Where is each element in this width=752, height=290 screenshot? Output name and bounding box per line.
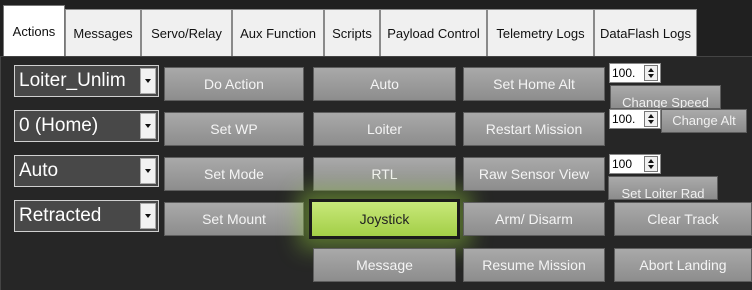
mode-dropdown-value: Loiter_Unlim: [19, 70, 126, 91]
alt-value: 100.: [612, 112, 636, 126]
speed-value: 100.: [612, 66, 636, 80]
tab-bar: Actions Messages Servo/Relay Aux Functio…: [0, 0, 752, 56]
waypoint-dropdown[interactable]: 0 (Home): [14, 110, 159, 142]
raw-sensor-view-button[interactable]: Raw Sensor View: [463, 157, 605, 191]
spinner-arrows-icon[interactable]: [644, 65, 658, 81]
tab-servo-relay[interactable]: Servo/Relay: [141, 9, 232, 56]
mount-dropdown-value: Retracted: [19, 205, 102, 226]
abort-landing-button[interactable]: Abort Landing: [614, 248, 752, 282]
spinner-arrows-icon[interactable]: [644, 111, 658, 127]
tab-scripts[interactable]: Scripts: [324, 9, 380, 56]
tab-actions[interactable]: Actions: [3, 5, 65, 56]
tab-telemetry-logs[interactable]: Telemetry Logs: [487, 9, 594, 56]
waypoint-dropdown-value: 0 (Home): [19, 115, 99, 136]
change-speed-button[interactable]: Change Speed: [610, 85, 721, 109]
chevron-down-icon[interactable]: [140, 68, 156, 94]
alt-input[interactable]: 100.: [609, 109, 661, 129]
loiter-button[interactable]: Loiter: [313, 112, 456, 146]
set-mode-dropdown-value: Auto: [19, 160, 59, 181]
set-wp-button[interactable]: Set WP: [164, 112, 304, 146]
change-alt-button[interactable]: Change Alt: [661, 109, 747, 133]
set-mount-button[interactable]: Set Mount: [164, 202, 304, 236]
loiter-rad-input[interactable]: 100: [609, 154, 661, 174]
mode-dropdown[interactable]: Loiter_Unlim: [14, 65, 159, 97]
tab-aux-function[interactable]: Aux Function: [232, 9, 324, 56]
set-home-alt-button[interactable]: Set Home Alt: [463, 67, 605, 101]
arm-disarm-button[interactable]: Arm/ Disarm: [463, 202, 605, 236]
chevron-down-icon[interactable]: [140, 113, 156, 139]
mount-dropdown[interactable]: Retracted: [14, 200, 159, 232]
tab-payload-control[interactable]: Payload Control: [380, 9, 487, 56]
set-mode-dropdown[interactable]: Auto: [14, 155, 159, 187]
chevron-down-icon[interactable]: [140, 203, 156, 229]
joystick-button[interactable]: Joystick: [309, 199, 460, 239]
resume-mission-button[interactable]: Resume Mission: [463, 248, 605, 282]
set-mode-button[interactable]: Set Mode: [164, 157, 304, 191]
speed-input[interactable]: 100.: [609, 63, 661, 83]
chevron-down-icon[interactable]: [140, 158, 156, 184]
tab-messages[interactable]: Messages: [65, 9, 141, 56]
auto-button[interactable]: Auto: [313, 67, 456, 101]
rtl-button[interactable]: RTL: [313, 157, 456, 191]
clear-track-button[interactable]: Clear Track: [614, 202, 752, 236]
message-button[interactable]: Message: [313, 248, 456, 282]
actions-panel: Loiter_Unlim 0 (Home) Auto Retracted Do …: [0, 56, 752, 290]
set-loiter-rad-button[interactable]: Set Loiter Rad: [608, 176, 718, 200]
restart-mission-button[interactable]: Restart Mission: [463, 112, 605, 146]
tab-dataflash-logs[interactable]: DataFlash Logs: [594, 9, 697, 56]
loiter-rad-value: 100: [612, 157, 633, 171]
do-action-button[interactable]: Do Action: [164, 67, 304, 101]
spinner-arrows-icon[interactable]: [644, 156, 658, 172]
